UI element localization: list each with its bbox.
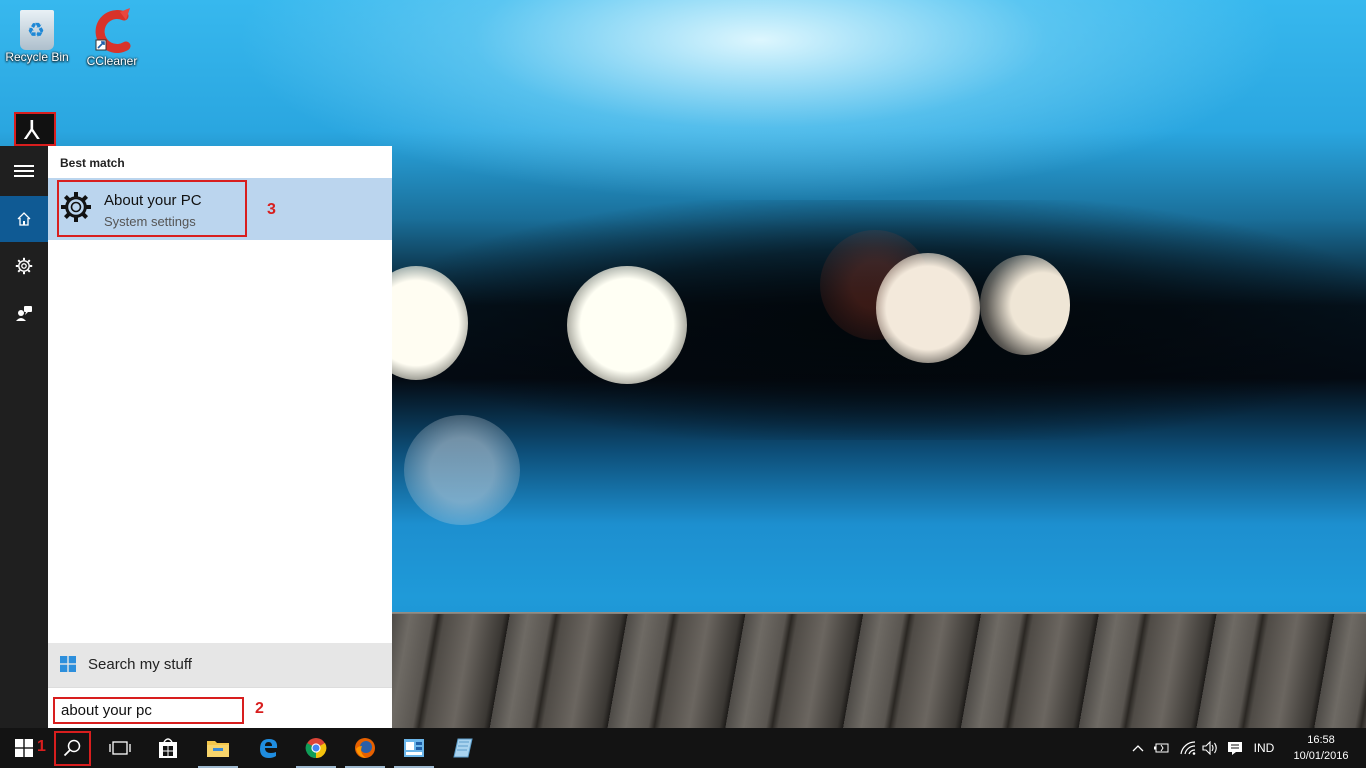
best-match-result[interactable]: About your PC System settings 3 (48, 178, 392, 240)
battery-status-button[interactable] (1151, 728, 1173, 768)
task-view-button[interactable] (96, 728, 144, 768)
desktop-icon-ccleaner[interactable]: CCleaner (77, 8, 147, 68)
clock-time: 16:58 (1307, 734, 1335, 746)
volume-button[interactable] (1200, 728, 1222, 768)
bokeh-light (980, 255, 1070, 355)
bokeh-light (567, 266, 687, 384)
firefox-icon (355, 738, 375, 758)
annotation-highlight-box (57, 180, 247, 237)
home-icon (17, 212, 31, 226)
annotation-step-1: 1 (37, 738, 46, 755)
feedback-icon (16, 306, 32, 321)
clock-date: 10/01/2016 (1293, 750, 1349, 762)
input-language-button[interactable]: IND (1249, 728, 1279, 768)
desktop-icon-label: CCleaner (86, 54, 138, 68)
search-box-area: 2 (48, 687, 392, 729)
edge-button[interactable] (244, 728, 292, 768)
bokeh-light (404, 415, 520, 525)
taskbar: 1 IND 16:58 10/01/2016 (0, 728, 1366, 768)
app-icon (404, 739, 424, 757)
chrome-icon (305, 738, 327, 759)
desktop-icon-recycle-bin[interactable]: Recycle Bin (2, 8, 72, 64)
home-button[interactable] (0, 196, 48, 242)
annotation-step-3: 3 (267, 201, 276, 218)
settings-button[interactable] (0, 243, 48, 289)
acrobat-desktop-icon[interactable]: ⅄ (14, 112, 56, 146)
app-button[interactable] (390, 728, 438, 768)
task-view-icon (109, 741, 131, 755)
start-icon (15, 739, 33, 757)
best-match-heading: Best match (60, 156, 125, 170)
menu-icon (14, 162, 34, 180)
notes-button[interactable] (439, 728, 487, 768)
store-button[interactable] (144, 728, 192, 768)
edge-icon (260, 739, 278, 758)
windows-logo-icon (60, 656, 76, 672)
wooden-deck (392, 614, 1366, 728)
ccleaner-icon (90, 8, 134, 54)
settings-icon (15, 257, 33, 275)
firefox-button[interactable] (341, 728, 389, 768)
notes-icon (453, 738, 473, 758)
chevron-up-icon (1132, 745, 1144, 752)
taskbar-clock[interactable]: 16:58 10/01/2016 (1290, 732, 1352, 764)
desktop-icon-label: Recycle Bin (5, 50, 69, 64)
file-explorer-button[interactable] (194, 728, 242, 768)
search-my-stuff-label: Search my stuff (88, 656, 192, 673)
action-center-button[interactable] (1223, 728, 1247, 768)
bokeh-light (876, 253, 980, 363)
network-button[interactable] (1176, 728, 1200, 768)
wifi-icon (1180, 741, 1196, 755)
acrobat-icon: ⅄ (24, 116, 40, 146)
search-my-stuff-button[interactable]: Search my stuff (48, 643, 392, 687)
volume-icon (1202, 741, 1217, 755)
store-icon (159, 738, 177, 758)
feedback-button[interactable] (0, 290, 48, 336)
annotation-step-2: 2 (255, 700, 264, 717)
search-panel: Best match About your PC System settings… (48, 146, 392, 729)
recycle-bin-icon (20, 10, 54, 50)
file-explorer-icon (207, 741, 229, 757)
chrome-button[interactable] (292, 728, 340, 768)
notification-icon (1228, 741, 1242, 755)
battery-icon (1154, 743, 1169, 753)
search-input[interactable] (53, 697, 244, 724)
hamburger-menu-button[interactable] (0, 148, 48, 194)
show-hidden-icons-button[interactable] (1128, 728, 1148, 768)
start-menu-rail (0, 146, 48, 728)
annotation-highlight-box (54, 731, 91, 766)
